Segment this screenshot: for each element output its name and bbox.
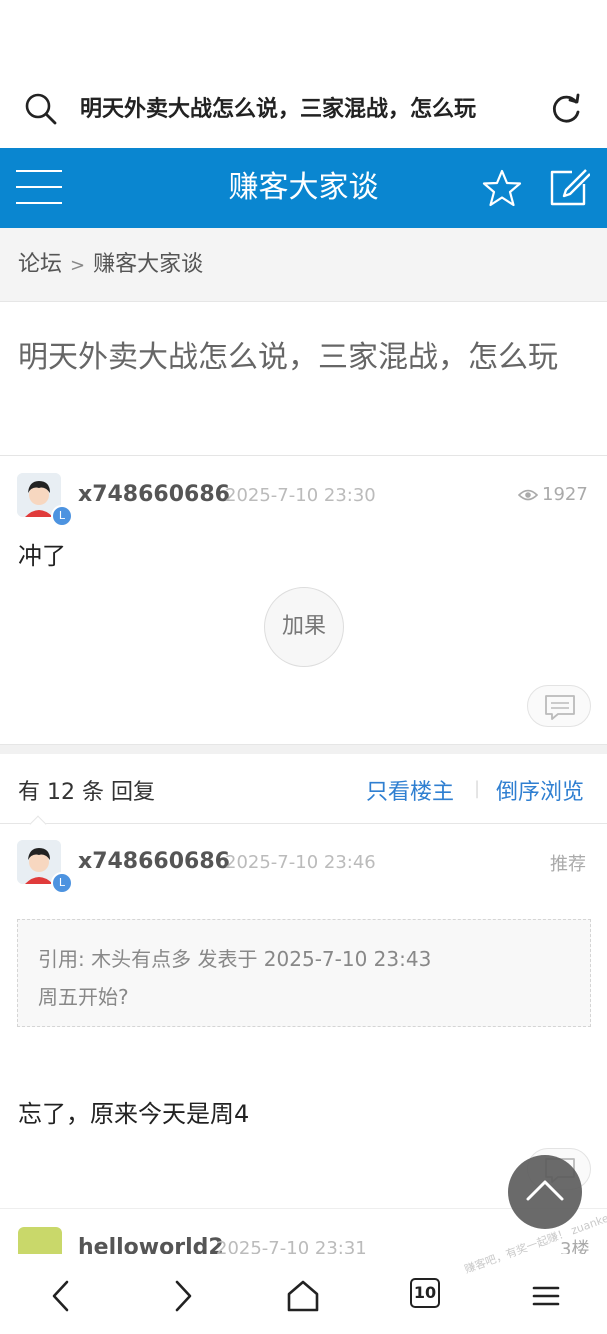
breadcrumb-current[interactable]: 赚客大家谈 — [93, 252, 203, 277]
reload-icon[interactable] — [548, 92, 584, 128]
op-content: 冲了 — [18, 542, 66, 570]
back-icon[interactable] — [42, 1276, 82, 1316]
breadcrumb-separator: > — [70, 255, 86, 276]
level-badge: L — [51, 872, 73, 894]
browser-bottom-bar: 10 — [0, 1254, 607, 1334]
quote-header: 引用: 木头有点多 发表于 2025-7-10 23:43 — [38, 947, 432, 971]
reply-time: 2025-7-10 23:46 — [225, 852, 376, 873]
avatar[interactable]: L — [17, 473, 73, 527]
section-divider — [0, 744, 607, 754]
menu-icon[interactable] — [16, 170, 62, 206]
compose-icon[interactable] — [546, 166, 590, 210]
url-text[interactable]: 明天外卖大战怎么说，三家混战，怎么玩 — [80, 92, 532, 128]
notch — [29, 815, 47, 833]
home-icon[interactable] — [283, 1276, 323, 1316]
breadcrumb: 论坛 > 赚客大家谈 — [0, 228, 607, 302]
level-badge: L — [51, 505, 73, 527]
reply-bar: 有 12 条 回复 只看楼主 | 倒序浏览 — [0, 754, 607, 833]
avatar[interactable]: L — [17, 840, 73, 894]
link-divider: | — [474, 778, 481, 799]
reply-username[interactable]: x748660686 — [78, 849, 230, 874]
quote-block: 引用: 木头有点多 发表于 2025-7-10 23:43 周五开始? — [17, 919, 591, 1027]
quote-text: 周五开始? — [38, 985, 129, 1009]
view-count-value: 1927 — [542, 484, 588, 505]
comment-button[interactable] — [527, 685, 591, 727]
reply-count: 有 12 条 回复 — [18, 780, 155, 805]
add-fruit-button[interactable]: 加果 — [264, 587, 344, 667]
forward-icon[interactable] — [162, 1276, 202, 1316]
view-count: 1927 — [518, 484, 588, 505]
reply-content: 忘了，原来今天是周4 — [18, 1100, 250, 1128]
menu-icon[interactable] — [526, 1276, 566, 1316]
op-time: 2025-7-10 23:30 — [225, 485, 376, 506]
favorite-star-icon[interactable] — [482, 168, 522, 208]
comment-icon — [545, 695, 575, 720]
breadcrumb-root[interactable]: 论坛 — [18, 252, 62, 277]
back-to-top-button[interactable] — [508, 1155, 582, 1229]
forum-header: 赚客大家谈 — [0, 148, 607, 228]
thread-title: 明天外卖大战怎么说，三家混战，怎么玩 — [0, 302, 607, 456]
reverse-order-link[interactable]: 倒序浏览 — [496, 774, 584, 806]
eye-icon — [518, 489, 538, 501]
recommend-tag[interactable]: 推荐 — [550, 850, 586, 876]
search-icon[interactable] — [24, 92, 58, 126]
tabs-button[interactable]: 10 — [410, 1278, 440, 1308]
op-username[interactable]: x748660686 — [78, 482, 230, 507]
chevron-up-icon — [526, 1180, 564, 1201]
address-bar[interactable]: 明天外卖大战怎么说，三家混战，怎么玩 — [0, 68, 607, 148]
only-op-link[interactable]: 只看楼主 — [366, 774, 454, 806]
